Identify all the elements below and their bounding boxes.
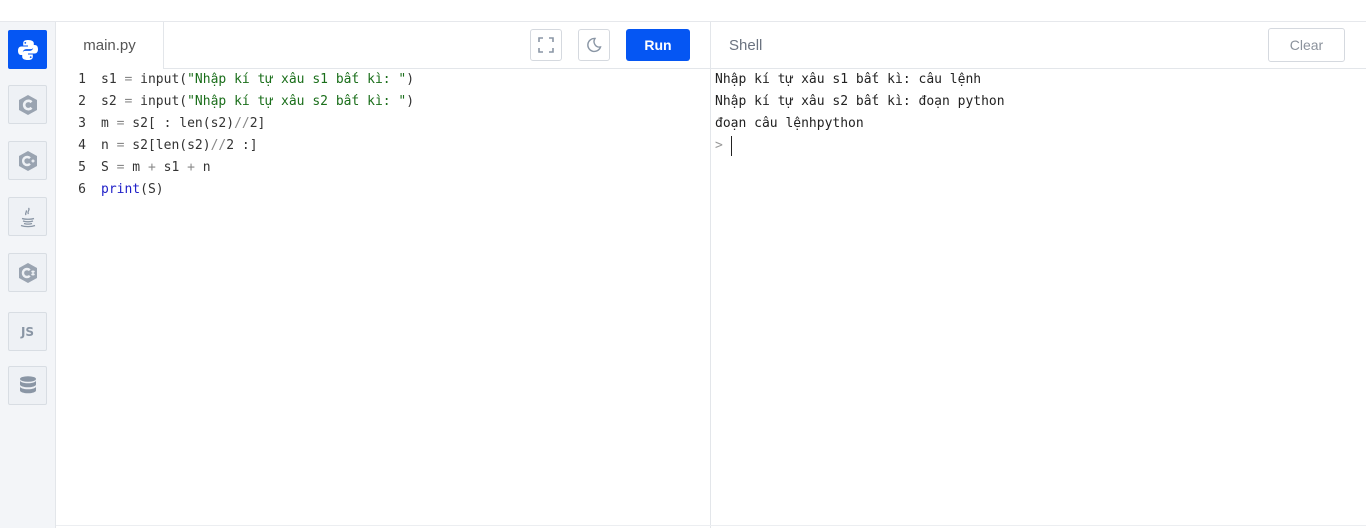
csharp-language-button[interactable] <box>8 253 47 292</box>
code-text: print(S) <box>101 182 164 197</box>
pane-divider[interactable] <box>710 22 711 528</box>
line-number: 4 <box>78 138 86 153</box>
theme-toggle-button[interactable] <box>578 29 610 61</box>
line-number: 3 <box>78 116 86 131</box>
moon-icon <box>587 37 602 53</box>
java-language-button[interactable] <box>8 197 47 236</box>
output-line: đoạn câu lệnhpython <box>715 116 864 131</box>
code-text: S = m + s1 + n <box>101 160 211 175</box>
output-line: Nhập kí tự xâu s1 bất kì: câu lệnh <box>715 72 982 87</box>
cpp-language-button[interactable] <box>8 141 47 180</box>
c-icon <box>18 94 37 115</box>
shell-header: Shell Clear <box>711 22 1366 69</box>
top-strip <box>0 0 1366 22</box>
line-number: 5 <box>78 160 86 175</box>
line-number: 6 <box>78 182 86 197</box>
line-number: 1 <box>78 72 86 87</box>
line-number: 2 <box>78 94 86 109</box>
file-tab-main-py[interactable]: main.py <box>56 22 164 69</box>
text-cursor <box>730 135 732 156</box>
prompt-symbol: > <box>715 138 723 153</box>
code-text: m = s2[ : len(s2)//2] <box>101 116 266 131</box>
editor-header: main.py Run <box>56 22 710 69</box>
c-language-button[interactable] <box>8 85 47 124</box>
clear-button[interactable]: Clear <box>1268 28 1345 62</box>
cpp-icon <box>18 150 37 171</box>
csharp-icon <box>18 262 37 283</box>
code-text: s1 = input("Nhập kí tự xâu s1 bất kì: ") <box>101 72 415 87</box>
javascript-icon: JS <box>20 324 35 339</box>
fullscreen-icon <box>538 37 554 53</box>
sql-language-button[interactable] <box>8 366 47 405</box>
code-text: n = s2[len(s2)//2 :] <box>101 138 258 153</box>
shell-prompt-line[interactable]: > <box>715 135 1355 157</box>
code-editor[interactable]: 1 s1 = input("Nhập kí tự xâu s1 bất kì: "… <box>56 69 710 528</box>
java-icon <box>20 207 35 227</box>
code-text: s2 = input("Nhập kí tự xâu s2 bất kì: ") <box>101 94 415 109</box>
python-icon <box>17 39 38 60</box>
shell-title: Shell <box>729 36 763 54</box>
database-icon <box>19 375 36 393</box>
bottom-border <box>56 525 1366 526</box>
fullscreen-button[interactable] <box>530 29 562 61</box>
shell-output[interactable]: Nhập kí tự xâu s1 bất kì: câu lệnh Nhập … <box>715 69 1355 157</box>
output-line: Nhập kí tự xâu s2 bất kì: đoạn python <box>715 94 1005 109</box>
run-button[interactable]: Run <box>626 29 690 61</box>
python-language-button[interactable] <box>8 30 47 69</box>
javascript-language-button[interactable]: JS <box>8 312 47 351</box>
language-sidebar: JS <box>0 22 56 528</box>
